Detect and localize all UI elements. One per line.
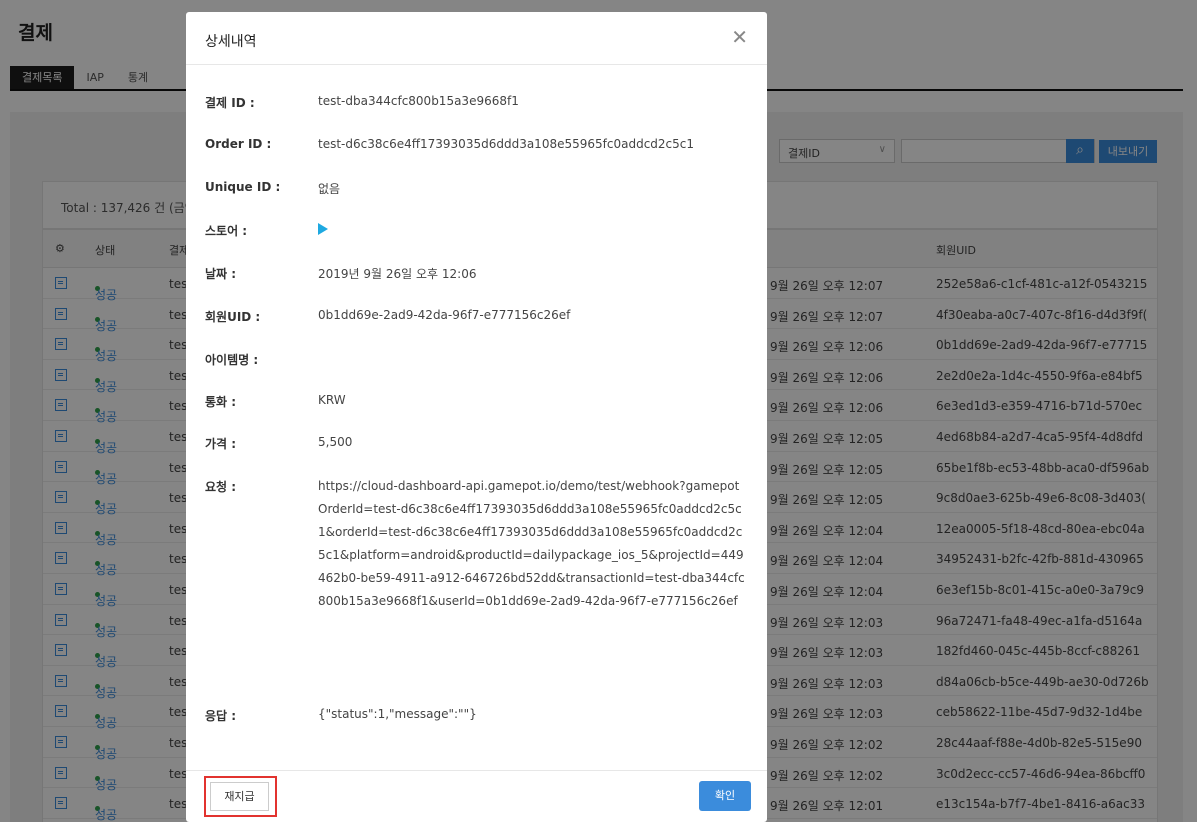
date-value: 2019년 9월 26일 오후 12:06 [318,267,477,281]
close-icon[interactable]: ✕ [731,27,748,47]
modal-title: 상세내역 [205,34,257,50]
detail-modal: 상세내역 ✕ 결제 ID : test-dba344cfc800b15a3e96… [186,12,767,822]
unique-id-value: 없음 [318,182,341,196]
request-value: https://cloud-dashboard-api.gamepot.io/d… [318,479,745,608]
date-label: 날짜 : [205,267,237,281]
currency-value: KRW [318,393,346,407]
request-label: 요청 : [205,480,237,494]
unique-id-label: Unique ID : [205,180,281,194]
store-label: 스토어 : [205,224,248,238]
item-name-label: 아이템명 : [205,353,259,367]
modal-body: 결제 ID : test-dba344cfc800b15a3e9668f1 Or… [186,65,767,770]
response-value: {"status":1,"message":""} [318,707,477,721]
google-play-icon [318,223,328,235]
order-id-value: test-d6c38c6e4ff17393035d6ddd3a108e55965… [318,137,695,151]
member-uid-value: 0b1dd69e-2ad9-42da-96f7-e777156c26ef [318,308,571,322]
price-label: 가격 : [205,437,237,451]
store-value [318,223,328,238]
currency-label: 통화 : [205,395,237,409]
order-id-label: Order ID : [205,137,272,151]
payment-id-value: test-dba344cfc800b15a3e9668f1 [318,94,519,108]
member-uid-label: 회원UID : [205,310,261,324]
price-value: 5,500 [318,435,353,449]
payment-id-label: 결제 ID : [205,96,255,110]
modal-footer: 재지급 확인 [186,770,767,822]
confirm-button[interactable]: 확인 [699,781,751,811]
response-label: 응답 : [205,709,237,723]
modal-header: 상세내역 ✕ [186,12,767,65]
refund-button[interactable]: 재지급 [210,782,269,811]
